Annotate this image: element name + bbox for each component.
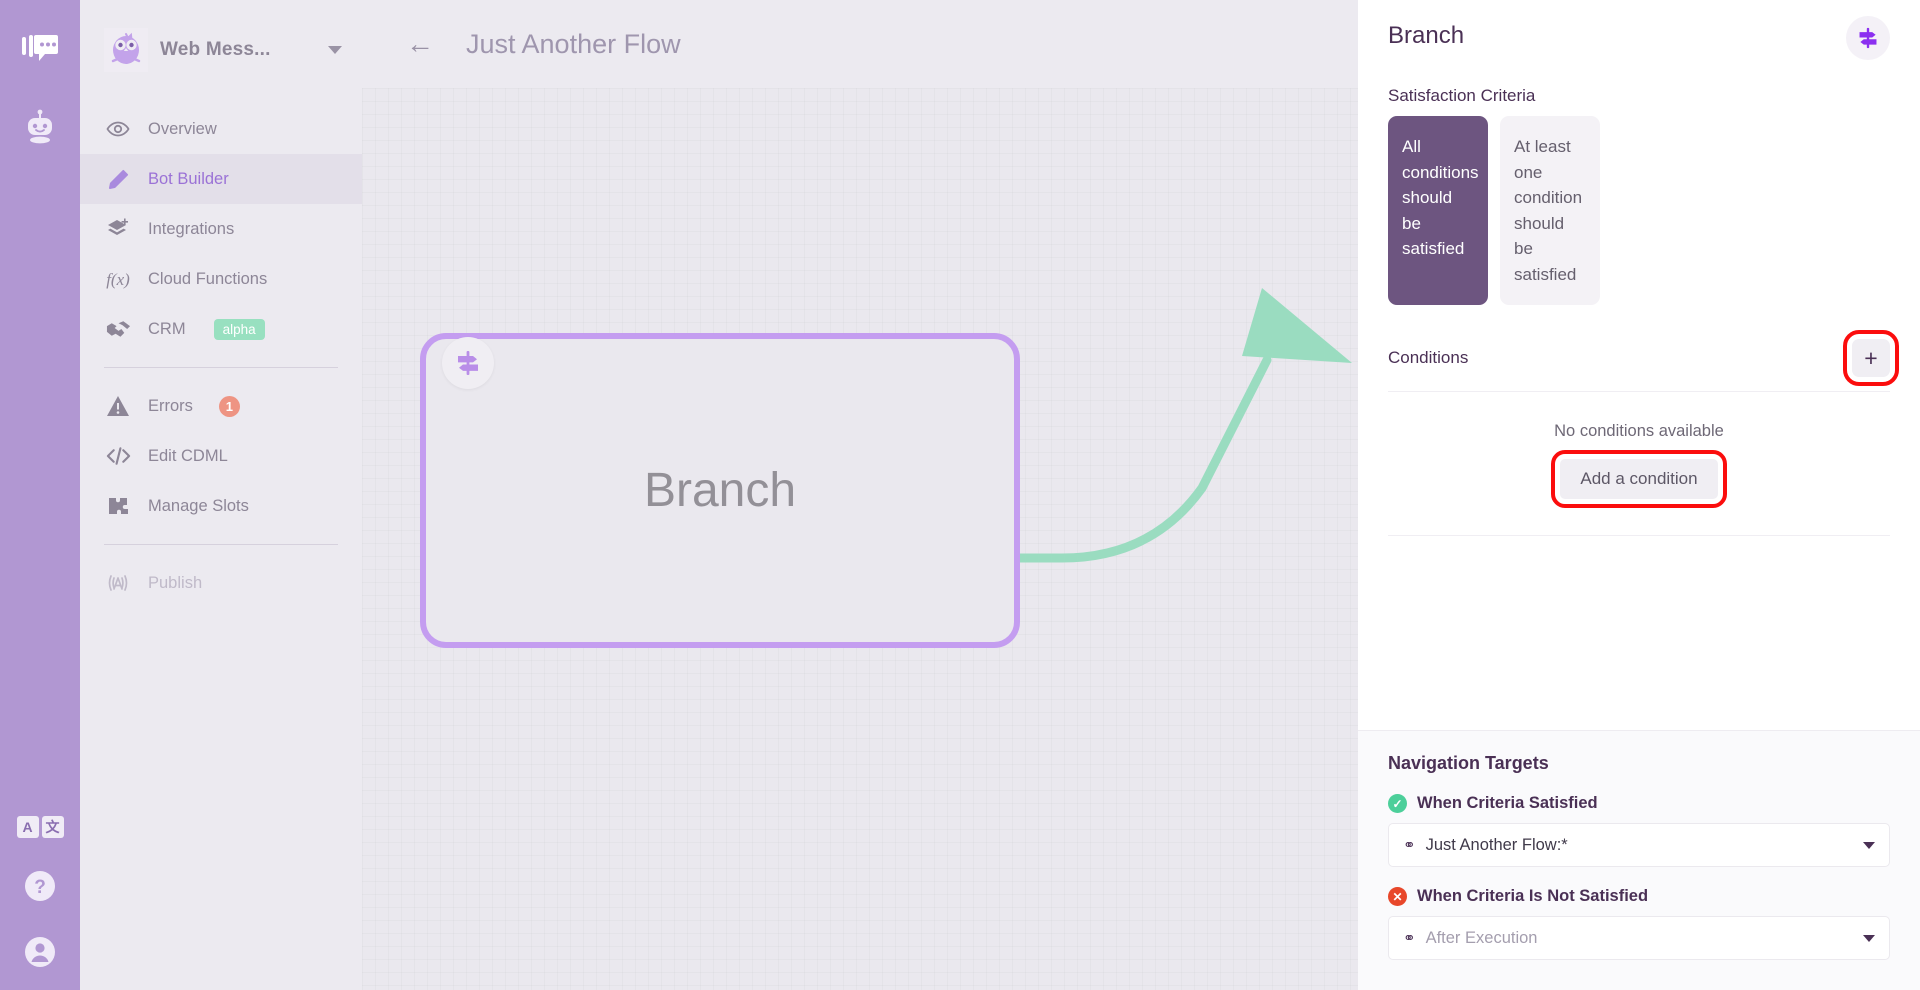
back-button[interactable]: ←: [406, 30, 434, 58]
function-icon: f(x): [104, 267, 132, 291]
chevron-down-icon[interactable]: [1863, 841, 1875, 849]
add-condition-plus-wrapper: +: [1843, 330, 1899, 386]
sidebar-item-label: Cloud Functions: [148, 269, 268, 288]
panel-body: Satisfaction Criteria All conditions sho…: [1358, 60, 1920, 730]
code-icon: [104, 446, 132, 466]
workspace-switcher[interactable]: Web Mess...: [80, 22, 362, 78]
chat-logo-icon[interactable]: [17, 26, 63, 72]
page-title: Just Another Flow: [466, 28, 681, 59]
sidebar-nav: Overview Bot Builder Integrations f(x) C…: [80, 104, 362, 608]
criteria-option-all[interactable]: All conditions should be satisfied: [1388, 116, 1488, 305]
sidebar-item-label: Errors: [148, 396, 193, 415]
sidebar-item-bot-builder[interactable]: Bot Builder: [80, 154, 362, 204]
branch-icon: ⚭: [1403, 930, 1416, 947]
sidebar-item-cloud-functions[interactable]: f(x) Cloud Functions: [80, 254, 362, 304]
not-satisfied-target-value: After Execution: [1425, 928, 1538, 947]
satisfaction-criteria-label: Satisfaction Criteria: [1388, 86, 1536, 105]
svg-text:f(x): f(x): [106, 270, 130, 289]
sidebar-divider-1: [104, 367, 338, 368]
workspace-name: Web Mess...: [160, 39, 271, 60]
navigation-targets-section: Navigation Targets ✓ When Criteria Satis…: [1358, 730, 1920, 990]
account-icon[interactable]: [22, 934, 58, 970]
left-rail: A 文 ?: [0, 0, 80, 990]
layers-plus-icon: [104, 217, 132, 241]
sidebar-item-label: CRM: [148, 319, 186, 338]
when-criteria-satisfied-label: ✓ When Criteria Satisfied: [1388, 794, 1890, 813]
sidebar-item-label: Integrations: [148, 219, 235, 238]
language-a-glyph: A: [16, 816, 39, 838]
app-root: A 文 ? Web Mess... Overview Bot Builder I…: [0, 0, 1920, 990]
language-cjk-glyph: 文: [41, 816, 64, 838]
sidebar-item-label: Overview: [148, 119, 217, 138]
conditions-list: No conditions available Add a condition: [1388, 391, 1890, 536]
signpost-icon: [442, 337, 494, 389]
sidebar-item-publish[interactable]: Publish: [80, 558, 362, 608]
sidebar: Web Mess... Overview Bot Builder Integra…: [80, 0, 362, 990]
panel-title: Branch: [1388, 22, 1465, 49]
x-circle-icon: ✕: [1388, 887, 1407, 906]
bot-icon[interactable]: [17, 104, 63, 150]
sidebar-item-label: Bot Builder: [148, 169, 229, 188]
conditions-empty-text: No conditions available: [1554, 422, 1724, 440]
label-text: When Criteria Is Not Satisfied: [1417, 887, 1649, 905]
language-toggle-icon[interactable]: A 文: [16, 816, 64, 838]
puzzle-icon: [104, 495, 132, 517]
error-count-badge: 1: [218, 395, 240, 417]
sidebar-item-integrations[interactable]: Integrations: [80, 204, 362, 254]
handshake-icon: [104, 319, 132, 339]
sidebar-divider-2: [104, 544, 338, 545]
eye-icon: [104, 117, 132, 141]
sidebar-item-overview[interactable]: Overview: [80, 104, 362, 154]
satisfaction-criteria-group: All conditions should be satisfied At le…: [1388, 116, 1890, 305]
svg-text:?: ?: [34, 877, 46, 898]
satisfied-target-value: Just Another Flow:*: [1425, 835, 1568, 854]
conditions-header: Conditions +: [1388, 330, 1899, 386]
sidebar-item-label: Edit CDML: [148, 446, 228, 465]
sidebar-item-label: Manage Slots: [148, 496, 249, 515]
navigation-targets-title: Navigation Targets: [1388, 753, 1549, 773]
chevron-down-icon[interactable]: [328, 46, 342, 54]
label-text: When Criteria Satisfied: [1417, 794, 1598, 812]
panel-header: Branch: [1358, 0, 1920, 60]
conditions-title: Conditions: [1388, 348, 1469, 367]
sidebar-item-edit-cdml[interactable]: Edit CDML: [80, 431, 362, 481]
check-circle-icon: ✓: [1388, 794, 1407, 813]
branch-node[interactable]: Branch: [420, 333, 1020, 648]
help-icon[interactable]: ?: [22, 868, 58, 904]
branch-icon: ⚭: [1403, 837, 1416, 854]
sidebar-item-crm[interactable]: CRM alpha: [80, 304, 362, 354]
satisfied-target-select[interactable]: ⚭ Just Another Flow:*: [1388, 823, 1890, 867]
plus-icon[interactable]: +: [1843, 330, 1899, 386]
when-criteria-not-satisfied-label: ✕ When Criteria Is Not Satisfied: [1388, 887, 1890, 906]
not-satisfied-target-select[interactable]: ⚭ After Execution: [1388, 916, 1890, 960]
warning-icon: [104, 395, 132, 417]
add-a-condition-button[interactable]: Add a condition: [1551, 450, 1727, 508]
properties-panel: Branch Satisfaction Criteria All conditi…: [1358, 0, 1920, 990]
signpost-icon[interactable]: [1846, 16, 1890, 60]
status-badge: alpha: [213, 318, 265, 340]
criteria-option-at-least-one[interactable]: At least one condition should be satisfi…: [1500, 116, 1600, 305]
branch-node-label: Branch: [643, 464, 797, 517]
sidebar-item-manage-slots[interactable]: Manage Slots: [80, 481, 362, 531]
chevron-down-icon[interactable]: [1863, 934, 1875, 942]
rail-bottom-group: A 文 ?: [0, 816, 80, 970]
broadcast-icon: [104, 572, 132, 594]
sidebar-item-label: Publish: [148, 573, 203, 592]
pencil-icon: [104, 168, 132, 191]
sidebar-item-errors[interactable]: Errors 1: [80, 381, 362, 431]
owl-logo: [104, 28, 148, 72]
